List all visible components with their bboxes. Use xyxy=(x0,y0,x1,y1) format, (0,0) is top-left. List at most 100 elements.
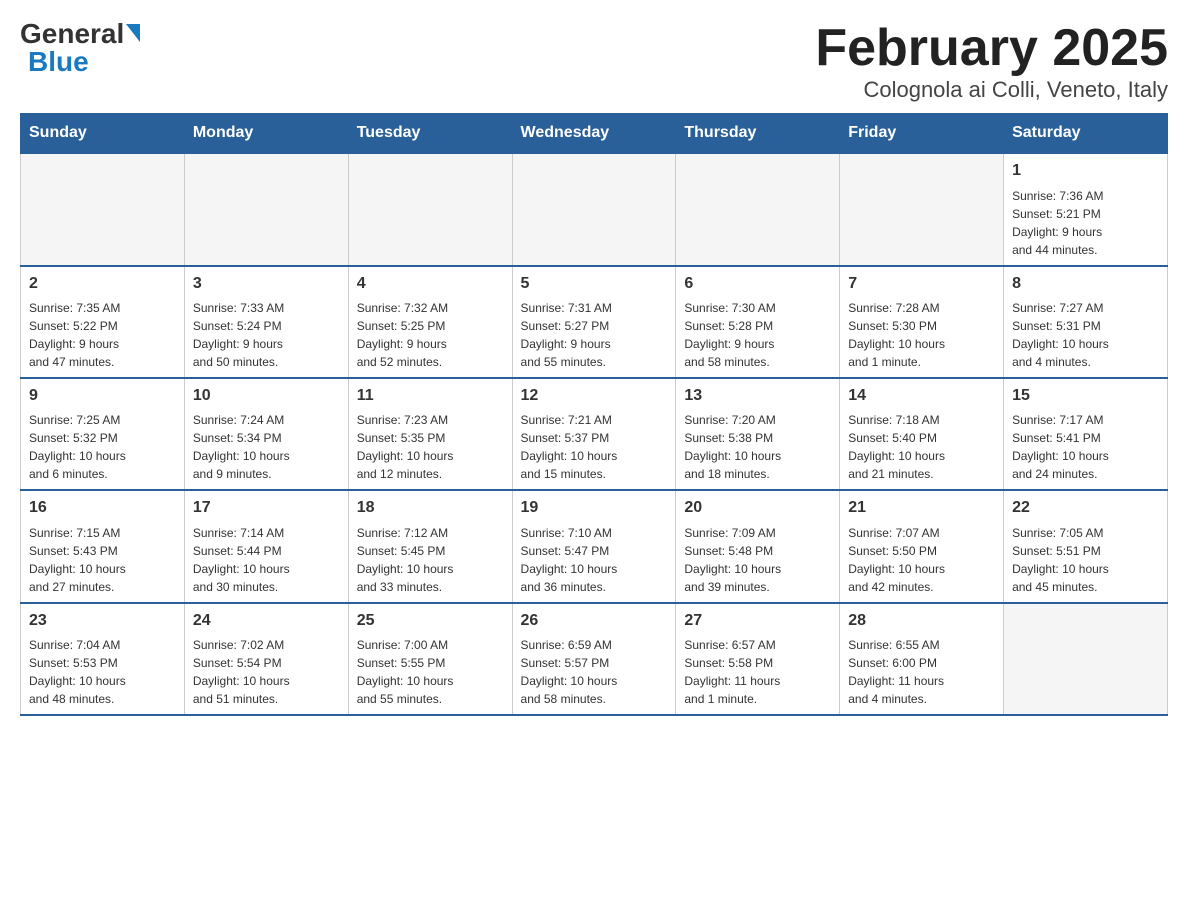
calendar-title: February 2025 xyxy=(815,20,1168,77)
calendar-day-cell: 2Sunrise: 7:35 AMSunset: 5:22 PMDaylight… xyxy=(21,266,185,378)
day-info: Sunrise: 7:18 AMSunset: 5:40 PMDaylight:… xyxy=(848,411,995,483)
calendar-day-cell: 18 Sunrise: 7:12 AMSunset: 5:45 PMDayligh… xyxy=(348,490,512,602)
day-info: Sunrise: 7:20 AMSunset: 5:38 PMDaylight:… xyxy=(684,411,831,483)
day-number: 1 xyxy=(1012,160,1159,182)
day-number: 12 xyxy=(521,385,668,407)
weekday-header-row: SundayMondayTuesdayWednesdayThursdayFrid… xyxy=(21,114,1168,154)
day-number: 16 xyxy=(29,497,176,519)
calendar-day-cell: 11 Sunrise: 7:23 AMSunset: 5:35 PMDayligh… xyxy=(348,378,512,490)
title-block: February 2025 Colognola ai Colli, Veneto… xyxy=(815,20,1168,103)
day-info: Sunrise: 7:28 AMSunset: 5:30 PMDaylight:… xyxy=(848,299,995,371)
day-number: 20 xyxy=(684,497,831,519)
logo-general-text: General xyxy=(20,20,124,48)
calendar-day-cell: 4 Sunrise: 7:32 AMSunset: 5:25 PMDaylight… xyxy=(348,266,512,378)
day-number: 2 xyxy=(29,273,176,295)
day-info: Sunrise: 7:09 AMSunset: 5:48 PMDaylight:… xyxy=(684,524,831,596)
day-number: 18 xyxy=(357,497,504,519)
day-info: Sunrise: 6:55 AMSunset: 6:00 PMDaylight:… xyxy=(848,636,995,708)
calendar-day-cell: 14 Sunrise: 7:18 AMSunset: 5:40 PMDayligh… xyxy=(840,378,1004,490)
page-header: General Blue February 2025 Colognola ai … xyxy=(20,20,1168,103)
calendar-day-cell: 21 Sunrise: 7:07 AMSunset: 5:50 PMDayligh… xyxy=(840,490,1004,602)
day-number: 11 xyxy=(357,385,504,407)
day-info: Sunrise: 7:00 AMSunset: 5:55 PMDaylight:… xyxy=(357,636,504,708)
weekday-header-wednesday: Wednesday xyxy=(512,114,676,154)
calendar-week-row: 1 Sunrise: 7:36 AMSunset: 5:21 PMDaylight… xyxy=(21,153,1168,265)
calendar-day-cell xyxy=(184,153,348,265)
weekday-header-saturday: Saturday xyxy=(1004,114,1168,154)
day-number: 8 xyxy=(1012,273,1159,295)
calendar-day-cell xyxy=(348,153,512,265)
day-number: 17 xyxy=(193,497,340,519)
day-number: 27 xyxy=(684,610,831,632)
calendar-day-cell: 10 Sunrise: 7:24 AMSunset: 5:34 PMDayligh… xyxy=(184,378,348,490)
day-info: Sunrise: 7:14 AMSunset: 5:44 PMDaylight:… xyxy=(193,524,340,596)
day-info: Sunrise: 7:02 AMSunset: 5:54 PMDaylight:… xyxy=(193,636,340,708)
day-number: 14 xyxy=(848,385,995,407)
day-number: 26 xyxy=(521,610,668,632)
day-number: 24 xyxy=(193,610,340,632)
day-info: Sunrise: 7:27 AMSunset: 5:31 PMDaylight:… xyxy=(1012,299,1159,371)
day-number: 19 xyxy=(521,497,668,519)
day-info: Sunrise: 6:57 AMSunset: 5:58 PMDaylight:… xyxy=(684,636,831,708)
day-info: Sunrise: 7:36 AMSunset: 5:21 PMDaylight:… xyxy=(1012,187,1159,259)
day-info: Sunrise: 7:15 AMSunset: 5:43 PMDaylight:… xyxy=(29,524,176,596)
logo-triangle-icon xyxy=(126,24,140,42)
calendar-day-cell: 25 Sunrise: 7:00 AMSunset: 5:55 PMDayligh… xyxy=(348,603,512,715)
day-number: 23 xyxy=(29,610,176,632)
calendar-day-cell: 5 Sunrise: 7:31 AMSunset: 5:27 PMDaylight… xyxy=(512,266,676,378)
day-info: Sunrise: 7:07 AMSunset: 5:50 PMDaylight:… xyxy=(848,524,995,596)
day-number: 13 xyxy=(684,385,831,407)
calendar-day-cell: 15Sunrise: 7:17 AMSunset: 5:41 PMDayligh… xyxy=(1004,378,1168,490)
calendar-day-cell xyxy=(512,153,676,265)
calendar-week-row: 9 Sunrise: 7:25 AMSunset: 5:32 PMDaylight… xyxy=(21,378,1168,490)
day-info: Sunrise: 7:32 AMSunset: 5:25 PMDaylight:… xyxy=(357,299,504,371)
day-number: 6 xyxy=(684,273,831,295)
day-info: Sunrise: 7:30 AMSunset: 5:28 PMDaylight:… xyxy=(684,299,831,371)
day-info: Sunrise: 7:12 AMSunset: 5:45 PMDaylight:… xyxy=(357,524,504,596)
weekday-header-thursday: Thursday xyxy=(676,114,840,154)
calendar-day-cell: 8 Sunrise: 7:27 AMSunset: 5:31 PMDaylight… xyxy=(1004,266,1168,378)
calendar-day-cell: 22Sunrise: 7:05 AMSunset: 5:51 PMDayligh… xyxy=(1004,490,1168,602)
day-info: Sunrise: 7:25 AMSunset: 5:32 PMDaylight:… xyxy=(29,411,176,483)
calendar-day-cell: 19 Sunrise: 7:10 AMSunset: 5:47 PMDayligh… xyxy=(512,490,676,602)
calendar-week-row: 23 Sunrise: 7:04 AMSunset: 5:53 PMDayligh… xyxy=(21,603,1168,715)
weekday-header-sunday: Sunday xyxy=(21,114,185,154)
day-number: 7 xyxy=(848,273,995,295)
calendar-day-cell: 13 Sunrise: 7:20 AMSunset: 5:38 PMDayligh… xyxy=(676,378,840,490)
calendar-day-cell xyxy=(840,153,1004,265)
calendar-day-cell: 24 Sunrise: 7:02 AMSunset: 5:54 PMDayligh… xyxy=(184,603,348,715)
day-info: Sunrise: 7:10 AMSunset: 5:47 PMDaylight:… xyxy=(521,524,668,596)
calendar-week-row: 2Sunrise: 7:35 AMSunset: 5:22 PMDaylight… xyxy=(21,266,1168,378)
weekday-header-friday: Friday xyxy=(840,114,1004,154)
day-info: Sunrise: 7:04 AMSunset: 5:53 PMDaylight:… xyxy=(29,636,176,708)
calendar-day-cell: 9 Sunrise: 7:25 AMSunset: 5:32 PMDaylight… xyxy=(21,378,185,490)
day-info: Sunrise: 6:59 AMSunset: 5:57 PMDaylight:… xyxy=(521,636,668,708)
day-number: 4 xyxy=(357,273,504,295)
calendar-day-cell: 3Sunrise: 7:33 AMSunset: 5:24 PMDaylight… xyxy=(184,266,348,378)
calendar-day-cell: 16 Sunrise: 7:15 AMSunset: 5:43 PMDayligh… xyxy=(21,490,185,602)
calendar-day-cell: 23 Sunrise: 7:04 AMSunset: 5:53 PMDayligh… xyxy=(21,603,185,715)
day-number: 10 xyxy=(193,385,340,407)
calendar-subtitle: Colognola ai Colli, Veneto, Italy xyxy=(815,77,1168,103)
day-info: Sunrise: 7:05 AMSunset: 5:51 PMDaylight:… xyxy=(1012,524,1159,596)
calendar-day-cell: 27 Sunrise: 6:57 AMSunset: 5:58 PMDayligh… xyxy=(676,603,840,715)
weekday-header-tuesday: Tuesday xyxy=(348,114,512,154)
weekday-header-monday: Monday xyxy=(184,114,348,154)
logo-blue-text: Blue xyxy=(28,48,89,76)
calendar-day-cell: 1 Sunrise: 7:36 AMSunset: 5:21 PMDaylight… xyxy=(1004,153,1168,265)
day-info: Sunrise: 7:17 AMSunset: 5:41 PMDaylight:… xyxy=(1012,411,1159,483)
day-info: Sunrise: 7:24 AMSunset: 5:34 PMDaylight:… xyxy=(193,411,340,483)
calendar-day-cell: 26 Sunrise: 6:59 AMSunset: 5:57 PMDayligh… xyxy=(512,603,676,715)
day-number: 28 xyxy=(848,610,995,632)
day-number: 5 xyxy=(521,273,668,295)
day-info: Sunrise: 7:21 AMSunset: 5:37 PMDaylight:… xyxy=(521,411,668,483)
day-number: 9 xyxy=(29,385,176,407)
day-info: Sunrise: 7:33 AMSunset: 5:24 PMDaylight:… xyxy=(193,299,340,371)
day-info: Sunrise: 7:31 AMSunset: 5:27 PMDaylight:… xyxy=(521,299,668,371)
day-number: 21 xyxy=(848,497,995,519)
calendar-day-cell: 12 Sunrise: 7:21 AMSunset: 5:37 PMDayligh… xyxy=(512,378,676,490)
calendar-day-cell: 20 Sunrise: 7:09 AMSunset: 5:48 PMDayligh… xyxy=(676,490,840,602)
day-number: 25 xyxy=(357,610,504,632)
calendar-week-row: 16 Sunrise: 7:15 AMSunset: 5:43 PMDayligh… xyxy=(21,490,1168,602)
day-info: Sunrise: 7:23 AMSunset: 5:35 PMDaylight:… xyxy=(357,411,504,483)
